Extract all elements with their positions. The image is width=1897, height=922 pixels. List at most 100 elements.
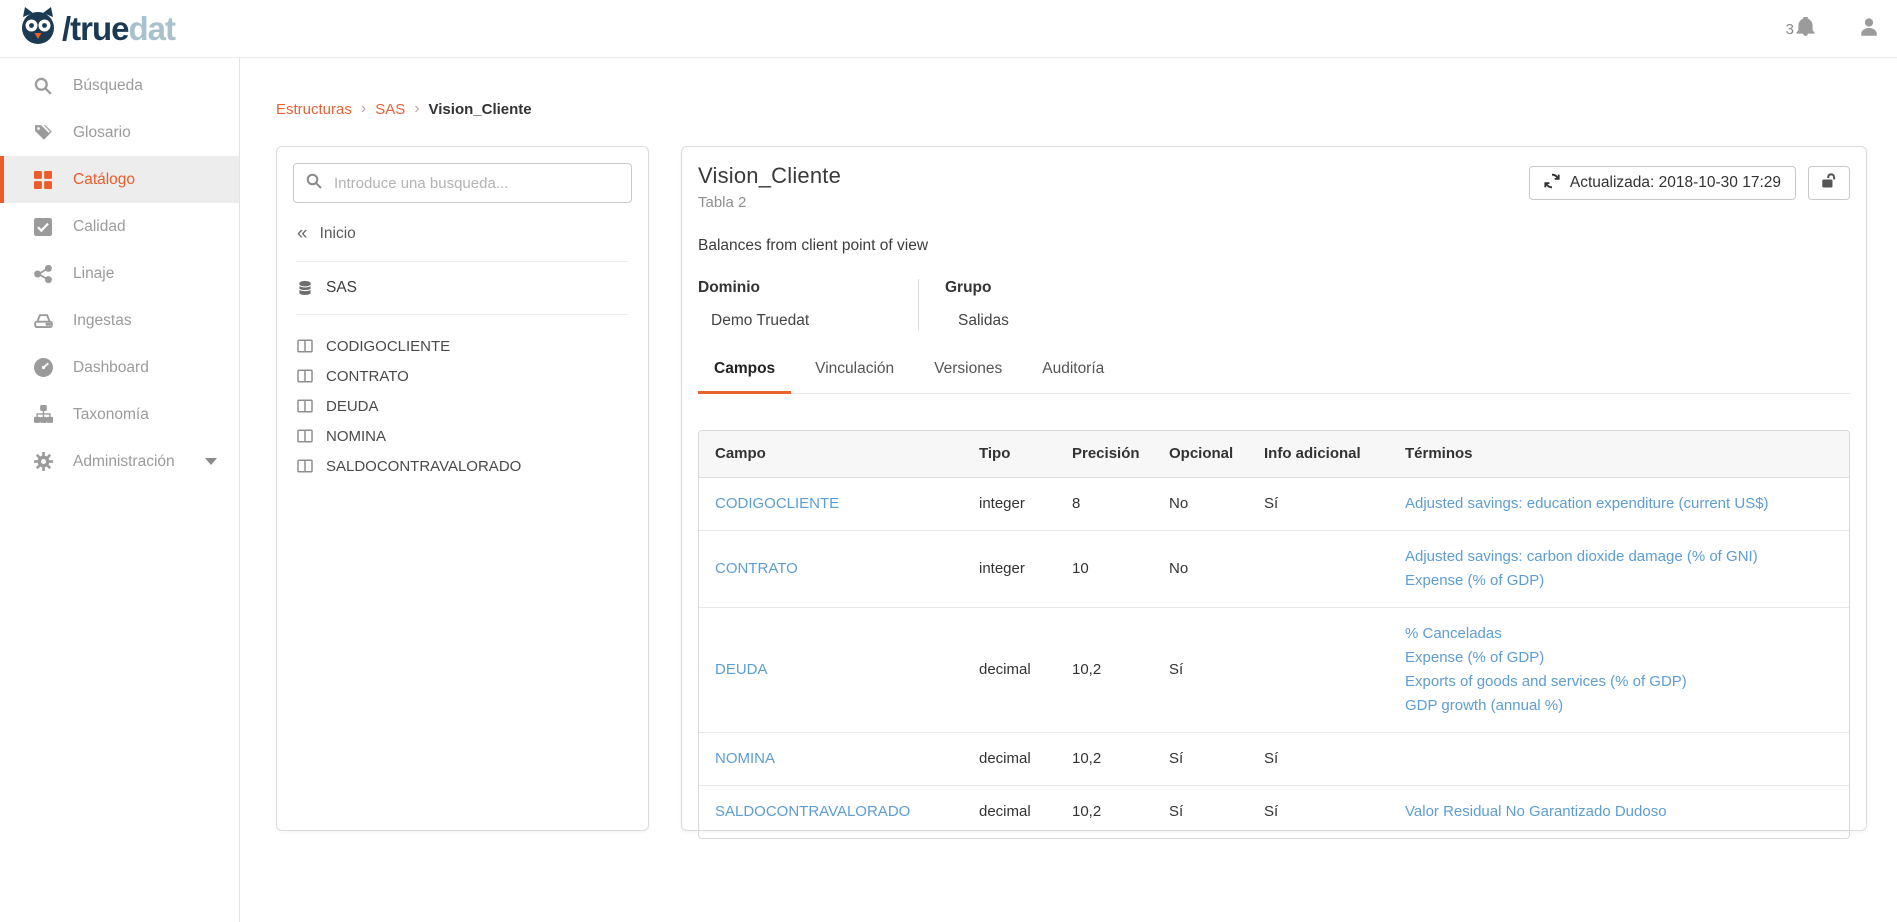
structure-tree-panel: « Inicio SAS CODIGOCLIENTE CONTRATO DEUDA N…: [276, 146, 649, 831]
sidebar-item-label: Linaje: [73, 265, 114, 283]
field-link[interactable]: SALDOCONTRAVALORADO: [715, 803, 910, 820]
field-optional: Sí: [1169, 732, 1264, 785]
page-title: Vision_Cliente: [698, 163, 841, 189]
confidential-toggle-button[interactable]: [1808, 166, 1850, 200]
group-value: Salidas: [958, 312, 1009, 330]
structure-description: Balances from client point of view: [698, 237, 1850, 255]
tree-search-input[interactable]: [334, 175, 619, 192]
user-icon[interactable]: [1859, 17, 1879, 42]
owl-icon: [18, 6, 58, 51]
check-square-icon: [33, 218, 53, 236]
column-header-info-adicional: Info adicional: [1264, 431, 1405, 477]
breadcrumb-separator-icon: ›: [414, 100, 419, 118]
tab-auditoria[interactable]: Auditoría: [1026, 360, 1120, 394]
tree-item-deuda[interactable]: DEUDA: [293, 391, 632, 421]
notification-count-badge: 3: [1786, 21, 1794, 38]
main-content: Estructuras › SAS › Vision_Cliente «: [240, 58, 1897, 922]
tab-vinculacion[interactable]: Vinculación: [799, 360, 910, 394]
breadcrumb-link-sas[interactable]: SAS: [375, 101, 405, 118]
columns-icon: [297, 338, 313, 354]
domain-value: Demo Truedat: [711, 312, 890, 330]
term-link[interactable]: % Canceladas: [1405, 625, 1502, 642]
columns-icon: [297, 368, 313, 384]
field-precision: 10,2: [1072, 607, 1169, 732]
field-link[interactable]: NOMINA: [715, 750, 775, 767]
table-row: CODIGOCLIENTEinteger8NoSíAdjusted saving…: [699, 477, 1849, 530]
sidebar-item-calidad[interactable]: Calidad: [0, 203, 239, 250]
sidebar-item-ingestas[interactable]: Ingestas: [0, 297, 239, 344]
tree-root-sas[interactable]: SAS: [297, 262, 628, 315]
share-icon: [33, 265, 53, 283]
sidebar-item-busqueda[interactable]: Búsqueda: [0, 62, 239, 109]
breadcrumb-current: Vision_Cliente: [429, 101, 532, 118]
breadcrumb-link-estructuras[interactable]: Estructuras: [276, 101, 352, 118]
sidebar-item-label: Dashboard: [73, 359, 149, 377]
field-type: decimal: [979, 785, 1072, 838]
term-link[interactable]: Expense (% of GDP): [1405, 649, 1544, 666]
tags-icon: [33, 124, 53, 142]
field-optional: Sí: [1169, 607, 1264, 732]
sidebar-item-glosario[interactable]: Glosario: [0, 109, 239, 156]
term-link[interactable]: Adjusted savings: carbon dioxide damage …: [1405, 548, 1758, 565]
tree-item-label: DEUDA: [326, 398, 379, 415]
term-link[interactable]: Expense (% of GDP): [1405, 572, 1544, 589]
structure-detail-panel: Vision_Cliente Tabla 2 Actualizada: 2: [681, 146, 1867, 831]
truedat-logo[interactable]: /truedat: [18, 6, 175, 51]
field-type: decimal: [979, 607, 1072, 732]
fields-table: Campo Tipo Precisión Opcional Info adici…: [698, 430, 1850, 839]
sidebar-item-label: Ingestas: [73, 312, 132, 330]
table-row: SALDOCONTRAVALORADOdecimal10,2SíSíValor …: [699, 785, 1849, 838]
tree-item-saldocontravalorado[interactable]: SALDOCONTRAVALORADO: [293, 451, 632, 481]
tree-item-codigocliente[interactable]: CODIGOCLIENTE: [293, 331, 632, 361]
sidebar-item-taxonomia[interactable]: Taxonomía: [0, 391, 239, 438]
tree-back-inicio[interactable]: « Inicio: [297, 225, 628, 262]
chevron-down-icon: [205, 458, 217, 465]
tree-item-contrato[interactable]: CONTRATO: [293, 361, 632, 391]
term-link[interactable]: Exports of goods and services (% of GDP): [1405, 673, 1687, 690]
double-chevron-left-icon: «: [297, 224, 308, 243]
tree-item-label: SALDOCONTRAVALORADO: [326, 458, 521, 475]
column-header-campo: Campo: [699, 431, 979, 477]
term-link[interactable]: Valor Residual No Garantizado Dudoso: [1405, 803, 1667, 820]
tab-versiones[interactable]: Versiones: [918, 360, 1018, 394]
detail-tabs: Campos Vinculación Versiones Auditoría: [698, 360, 1850, 394]
tree-search-box[interactable]: [293, 163, 632, 203]
column-header-opcional: Opcional: [1169, 431, 1264, 477]
field-type: decimal: [979, 732, 1072, 785]
search-icon: [306, 173, 322, 194]
field-type: integer: [979, 530, 1072, 607]
column-header-precision: Precisión: [1072, 431, 1169, 477]
sidebar-item-dashboard[interactable]: Dashboard: [0, 344, 239, 391]
group-label: Grupo: [945, 279, 1009, 297]
field-terms: Valor Residual No Garantizado Dudoso: [1405, 785, 1849, 838]
field-link[interactable]: CODIGOCLIENTE: [715, 495, 839, 512]
term-link[interactable]: GDP growth (annual %): [1405, 697, 1563, 714]
tree-item-nomina[interactable]: NOMINA: [293, 421, 632, 451]
field-extra-info: [1264, 530, 1405, 607]
notifications-button[interactable]: 3: [1786, 17, 1815, 41]
database-icon: [297, 280, 313, 296]
field-extra-info: [1264, 607, 1405, 732]
sidebar-item-linaje[interactable]: Linaje: [0, 250, 239, 297]
table-row: DEUDA decimal10,2Sí % Canceladas Expense (%…: [699, 607, 1849, 732]
columns-icon: [297, 398, 313, 414]
sidebar-item-administracion[interactable]: Administración: [0, 438, 239, 485]
field-link[interactable]: CONTRATO: [715, 560, 798, 577]
breadcrumb: Estructuras › SAS › Vision_Cliente: [276, 100, 1867, 118]
field-optional: No: [1169, 530, 1264, 607]
sidebar-item-label: Glosario: [73, 124, 131, 142]
tree-item-label: CODIGOCLIENTE: [326, 338, 450, 355]
tab-campos[interactable]: Campos: [698, 360, 791, 394]
bell-icon: [1796, 17, 1815, 41]
updated-refresh-button[interactable]: Actualizada: 2018-10-30 17:29: [1529, 166, 1796, 200]
dashboard-icon: [33, 358, 53, 377]
sidebar-item-catalogo[interactable]: Catálogo: [0, 156, 239, 203]
domain-block: Dominio Demo Truedat: [698, 279, 918, 330]
fields-table-body: CODIGOCLIENTEinteger8NoSíAdjusted saving…: [699, 477, 1849, 838]
sidebar-item-label: Taxonomía: [73, 406, 149, 424]
table-row: NOMINAdecimal10,2SíSí: [699, 732, 1849, 785]
term-link[interactable]: Adjusted savings: education expenditure …: [1405, 495, 1769, 512]
field-link[interactable]: DEUDA: [715, 661, 768, 678]
field-precision: 8: [1072, 477, 1169, 530]
domain-label: Dominio: [698, 279, 890, 297]
